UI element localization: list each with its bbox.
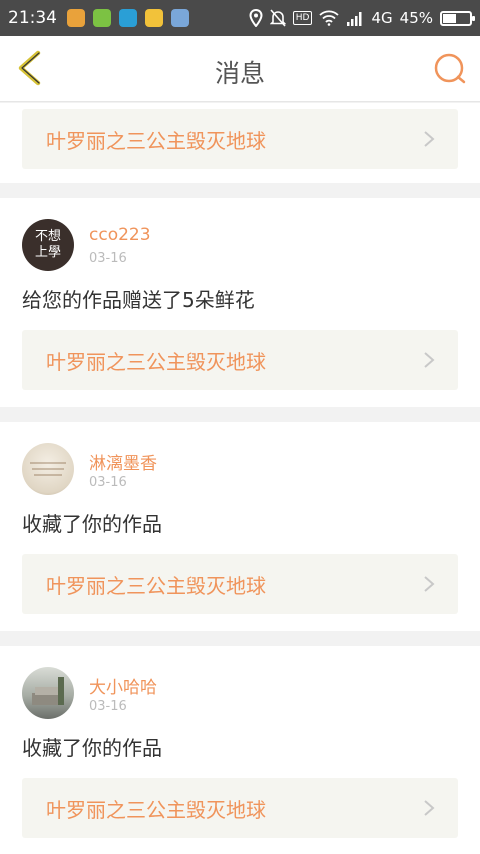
avatar-text-line: 不想 [34, 229, 61, 244]
app-notification-icon [171, 9, 189, 27]
work-link-box[interactable]: 叶罗丽之三公主毁灭地球 [22, 109, 458, 169]
chevron-right-icon [424, 352, 435, 368]
avatar[interactable] [22, 443, 74, 495]
avatar[interactable] [22, 667, 74, 719]
user-row: 淋漓墨香 03-16 [22, 422, 458, 499]
action-text: 收藏了你的作品 [22, 512, 162, 536]
app-notification-icon [67, 9, 85, 27]
user-row: 不想 上學 cco223 03-16 [22, 198, 458, 275]
work-link-box[interactable]: 叶罗丽之三公主毁灭地球 [22, 778, 458, 838]
work-title: 叶罗丽之三公主毁灭地球 [46, 349, 266, 374]
username[interactable]: 淋漓墨香 [89, 449, 157, 474]
work-title: 叶罗丽之三公主毁灭地球 [46, 797, 266, 822]
work-title: 叶罗丽之三公主毁灭地球 [46, 573, 266, 598]
signal-icon [347, 11, 362, 26]
message-card: 不想 上學 cco223 03-16 给您的作品赠送了5朵鲜花 叶罗丽之三公主毁… [0, 198, 480, 407]
avatar[interactable]: 不想 上學 [22, 219, 74, 271]
calligraphy-image [30, 462, 66, 476]
separator [0, 183, 480, 198]
wifi-icon [319, 10, 340, 26]
message-card: 淋漓墨香 03-16 收藏了你的作品 叶罗丽之三公主毁灭地球 [0, 422, 480, 631]
message-date: 03-16 [89, 699, 127, 714]
battery-icon [440, 10, 475, 26]
app-notification-icon [145, 9, 163, 27]
chevron-right-icon [424, 131, 435, 147]
work-title: 叶罗丽之三公主毁灭地球 [46, 128, 266, 153]
separator [0, 631, 480, 646]
username[interactable]: 大小哈哈 [89, 673, 157, 698]
message-date: 03-16 [89, 475, 127, 490]
separator [0, 407, 480, 422]
page-title: 消息 [214, 59, 265, 88]
status-time: 21:34 [8, 8, 57, 28]
user-row: 大小哈哈 03-16 [22, 646, 458, 723]
action-text: 给您的作品赠送了5朵鲜花 [22, 288, 255, 312]
chat-bubble-icon[interactable] [432, 51, 468, 87]
work-link-box[interactable]: 叶罗丽之三公主毁灭地球 [22, 554, 458, 614]
top-nav-bar: 消息 [0, 36, 480, 102]
location-icon [249, 9, 263, 27]
message-date: 03-16 [89, 251, 127, 266]
network-type: 4G [371, 9, 393, 27]
room-photo-image [32, 677, 64, 705]
action-text: 收藏了你的作品 [22, 736, 162, 760]
hd-badge: HD [292, 11, 313, 25]
chevron-right-icon [424, 576, 435, 592]
message-card: 大小哈哈 03-16 收藏了你的作品 叶罗丽之三公主毁灭地球 [0, 646, 480, 854]
work-link-box[interactable]: 叶罗丽之三公主毁灭地球 [22, 330, 458, 390]
chevron-right-icon [424, 800, 435, 816]
username[interactable]: cco223 [89, 225, 151, 245]
mute-bell-icon [269, 9, 286, 27]
app-notification-icon [119, 9, 137, 27]
message-card: 叶罗丽之三公主毁灭地球 [0, 103, 480, 183]
app-notification-icon [93, 9, 111, 27]
avatar-text-line: 上學 [34, 245, 61, 260]
message-list: 叶罗丽之三公主毁灭地球 不想 上學 cco223 03-16 给您的作品赠送了5… [0, 103, 480, 854]
status-bar: 21:34 HD 4G 45% [0, 0, 480, 36]
battery-percent: 45% [399, 9, 433, 27]
